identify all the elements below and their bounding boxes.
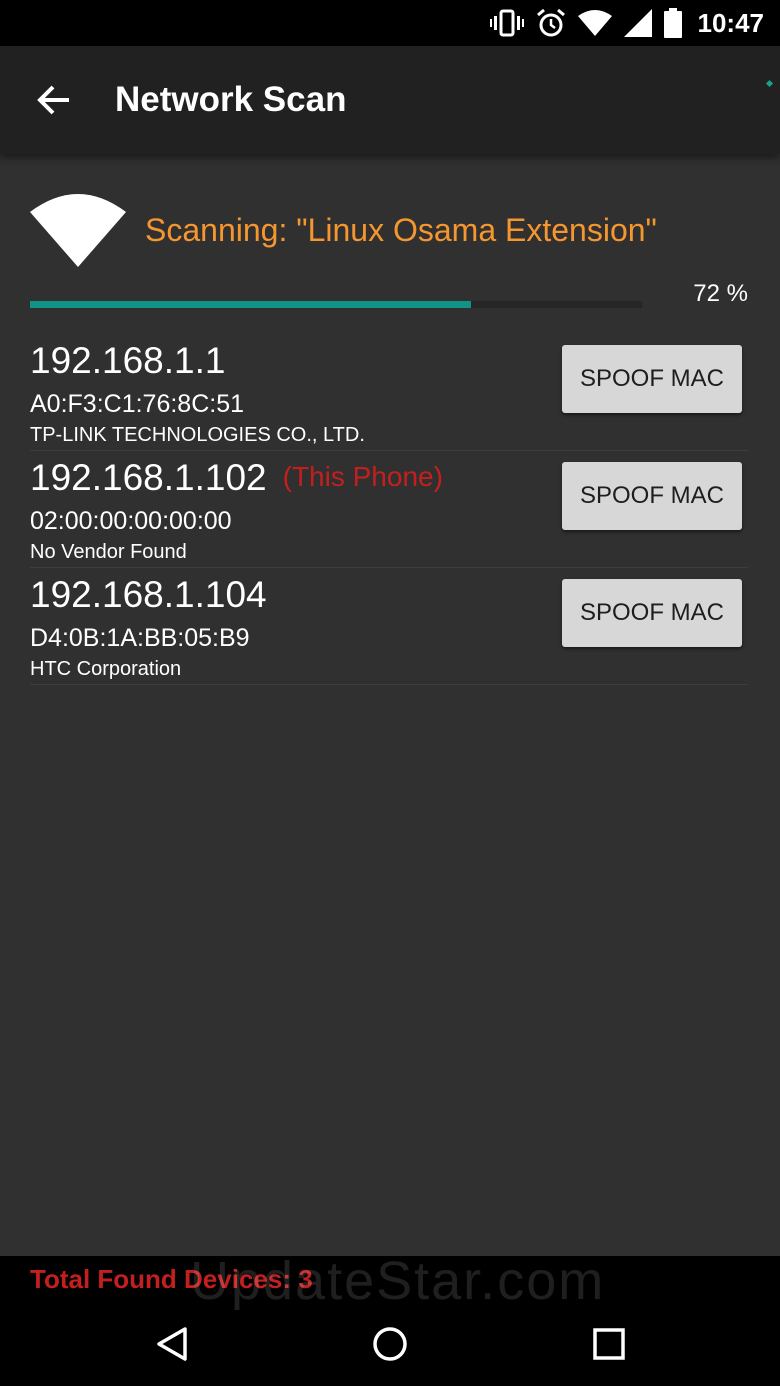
- scan-header: Scanning: "Linux Osama Extension": [30, 186, 750, 276]
- nav-recents-button[interactable]: [585, 1320, 633, 1368]
- device-row: 192.168.1.1 A0:F3:C1:76:8C:51 TP-LINK TE…: [30, 334, 748, 451]
- status-bar: 10:47: [0, 0, 780, 46]
- scan-progress-text: 72 %: [693, 280, 748, 307]
- arrow-back-icon: [37, 85, 69, 115]
- back-button[interactable]: [30, 76, 78, 124]
- device-vendor: HTC Corporation: [30, 658, 182, 680]
- screen: 10:47 Network Scan Scanning: "Linux Osam…: [0, 0, 780, 1386]
- wifi-icon: [30, 194, 126, 267]
- device-mac: 02:00:00:00:00:00: [30, 507, 232, 535]
- scan-progress-fill: [30, 301, 471, 308]
- navigation-bar: [0, 1300, 780, 1386]
- wifi-signal-icon: [577, 10, 612, 36]
- vibrate-icon: [489, 9, 524, 37]
- overflow-indicator: [765, 79, 774, 88]
- device-mac: D4:0B:1A:BB:05:B9: [30, 624, 250, 652]
- device-row: 192.168.1.102 (This Phone) 02:00:00:00:00…: [30, 451, 748, 568]
- alarm-icon: [536, 8, 565, 37]
- battery-icon: [663, 8, 682, 38]
- device-ip: 192.168.1.102 (This Phone): [30, 457, 443, 499]
- nav-back-button[interactable]: [148, 1320, 196, 1368]
- this-phone-label: (This Phone): [282, 461, 443, 492]
- spoof-mac-button[interactable]: SPOOF MAC: [562, 579, 742, 647]
- device-vendor: TP-LINK TECHNOLOGIES CO., LTD.: [30, 424, 365, 446]
- device-list: 192.168.1.1 A0:F3:C1:76:8C:51 TP-LINK TE…: [30, 334, 748, 685]
- clock: 10:47: [697, 7, 765, 38]
- nav-home-icon: [373, 1327, 407, 1361]
- device-row: 192.168.1.104 D4:0B:1A:BB:05:B9 HTC Corp…: [30, 568, 748, 685]
- page-title: Network Scan: [115, 80, 347, 119]
- app-bar: Network Scan: [0, 46, 780, 154]
- status-icons: 10:47: [489, 7, 765, 39]
- scan-progress-bar: [30, 301, 642, 308]
- nav-recents-icon: [593, 1328, 625, 1360]
- cell-signal-icon: [623, 9, 652, 37]
- watermark: UpdateStar.com: [190, 1251, 606, 1311]
- device-ip: 192.168.1.104: [30, 574, 267, 616]
- nav-home-button[interactable]: [366, 1320, 414, 1368]
- spoof-mac-button[interactable]: SPOOF MAC: [562, 462, 742, 530]
- device-ip-text: 192.168.1.1: [30, 340, 226, 381]
- nav-back-icon: [157, 1327, 187, 1361]
- device-ip-text: 192.168.1.104: [30, 574, 267, 615]
- device-ip-text: 192.168.1.102: [30, 457, 267, 498]
- device-vendor: No Vendor Found: [30, 541, 187, 563]
- device-ip: 192.168.1.1: [30, 340, 225, 382]
- scanning-label: Scanning: "Linux Osama Extension": [145, 212, 657, 248]
- spoof-mac-button[interactable]: SPOOF MAC: [562, 345, 742, 413]
- device-mac: A0:F3:C1:76:8C:51: [30, 390, 245, 418]
